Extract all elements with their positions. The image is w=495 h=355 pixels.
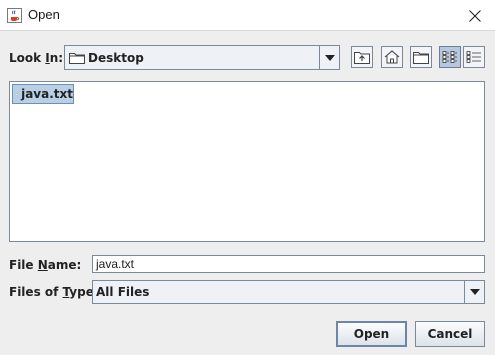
look-in-combo[interactable]: Desktop [64,45,340,70]
list-view-icon [442,51,457,63]
title-bar: Open [0,0,495,31]
up-one-level-button[interactable] [351,46,373,68]
chevron-down-icon [324,54,335,61]
close-button[interactable] [455,0,495,31]
list-item[interactable]: java.txt [12,84,74,104]
files-of-type-label: Files of Type: [9,285,99,299]
new-folder-button[interactable] [410,46,432,68]
window-title: Open [28,7,60,22]
details-view-icon [466,51,481,63]
java-cup-icon [7,8,22,23]
list-view-button[interactable] [439,46,461,68]
look-in-value: Desktop [88,50,144,65]
file-list[interactable]: java.txt [9,81,485,242]
files-of-type-combo[interactable]: All Files [92,280,485,304]
files-of-type-value: All Files [96,285,150,299]
file-name-field[interactable]: java.txt [92,255,485,273]
home-button[interactable] [381,46,403,68]
details-view-button[interactable] [463,46,485,68]
look-in-dropdown-arrow[interactable] [319,46,339,69]
file-icon [16,92,19,96]
list-item-label: java.txt [21,87,73,101]
cancel-button[interactable]: Cancel [415,321,485,347]
look-in-label: Look In: [9,51,64,65]
chevron-down-icon [469,289,480,295]
up-one-level-icon [354,52,370,64]
home-icon [384,50,400,64]
files-of-type-dropdown-arrow[interactable] [464,281,484,303]
close-icon [469,9,481,22]
folder-icon [69,53,85,64]
open-button[interactable]: Open [336,321,407,347]
new-folder-icon [413,52,429,64]
file-name-label: File Name: [9,258,82,272]
